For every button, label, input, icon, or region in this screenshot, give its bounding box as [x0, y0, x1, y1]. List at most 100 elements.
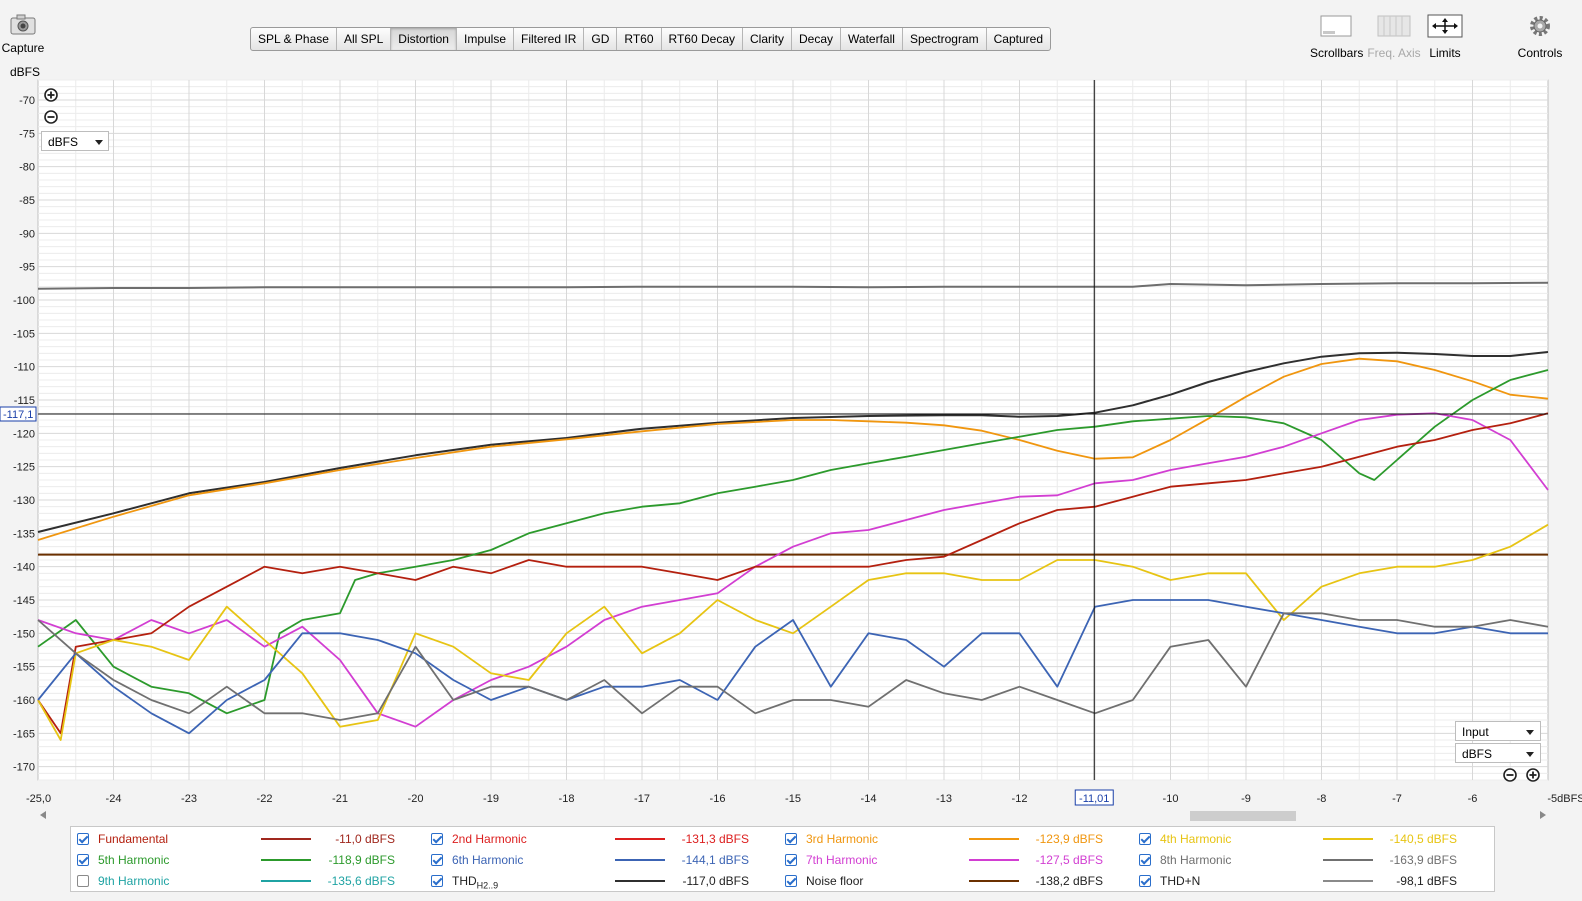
- checkbox-4th-harmonic[interactable]: [1139, 833, 1151, 845]
- x-zoom-out-icon[interactable]: [1503, 768, 1517, 782]
- x-tick-label: -20: [408, 793, 424, 805]
- legend-item[interactable]: 7th Harmonic -127,5 dBFS: [779, 849, 1133, 869]
- y-tick-label: -130: [13, 495, 35, 507]
- legend-item[interactable]: 5th Harmonic -118,9 dBFS: [71, 849, 425, 869]
- legend-item[interactable]: 2nd Harmonic -131,3 dBFS: [425, 828, 779, 848]
- legend-name: 7th Harmonic: [806, 853, 878, 867]
- scrollbars-icon: [1320, 15, 1352, 37]
- x-zoom-in-icon[interactable]: [1526, 768, 1540, 782]
- tab-gd[interactable]: GD: [584, 28, 618, 50]
- x-tick-label: -19: [483, 793, 499, 805]
- y-tick-label: -150: [13, 628, 35, 640]
- y-tick-label: -125: [13, 462, 35, 474]
- checkbox-2nd-harmonic[interactable]: [431, 833, 443, 845]
- tab-distortion[interactable]: Distortion: [391, 28, 457, 50]
- legend-item[interactable]: 8th Harmonic -163,9 dBFS: [1133, 849, 1487, 869]
- x-tick-label: -14: [861, 793, 877, 805]
- zoom-out-icon[interactable]: [44, 110, 58, 124]
- checkbox-fundamental[interactable]: [77, 833, 89, 845]
- checkbox-thd[interactable]: [431, 875, 443, 887]
- tab-waterfall[interactable]: Waterfall: [841, 28, 903, 50]
- y-tick-label: -170: [13, 762, 35, 774]
- legend-item[interactable]: THD+N -98,1 dBFS: [1133, 870, 1487, 890]
- checkbox-9th-harmonic[interactable]: [77, 875, 89, 887]
- controls-button[interactable]: Controls: [1516, 14, 1564, 60]
- legend-name: 2nd Harmonic: [452, 832, 527, 846]
- x-tick-label: -25,0: [26, 793, 51, 805]
- scroll-right-icon[interactable]: [1540, 811, 1546, 819]
- legend-item[interactable]: 4th Harmonic -140,5 dBFS: [1133, 828, 1487, 848]
- y-tick-label: -105: [13, 328, 35, 340]
- checkbox-6th-harmonic[interactable]: [431, 854, 443, 866]
- legend-value: -144,1 dBFS: [681, 853, 749, 867]
- scrollbars-toggle[interactable]: Scrollbars: [1310, 14, 1364, 60]
- legend-value: -127,5 dBFS: [1035, 853, 1103, 867]
- cursor-x-label: -11,01: [1079, 793, 1109, 805]
- y-tick-label: -70: [19, 95, 35, 107]
- x-tick-label: -22: [257, 793, 273, 805]
- y-tick-label: -135: [13, 528, 35, 540]
- checkbox-noise-floor[interactable]: [785, 875, 797, 887]
- y-tick-label: -110: [14, 362, 35, 374]
- tab-impulse[interactable]: Impulse: [457, 28, 515, 50]
- legend-swatch: [615, 838, 665, 840]
- legend-swatch: [1323, 859, 1373, 861]
- tab-spectrogram[interactable]: Spectrogram: [903, 28, 987, 50]
- legend-name: 9th Harmonic: [98, 874, 170, 888]
- horizontal-scrollbar[interactable]: [38, 808, 1548, 824]
- tab-spl-phase[interactable]: SPL & Phase: [251, 28, 337, 50]
- toolbar: Capture SPL & Phase All SPL Distortion Impu…: [0, 0, 1582, 70]
- tab-captured[interactable]: Captured: [987, 28, 1050, 50]
- tab-decay[interactable]: Decay: [792, 28, 842, 50]
- cursor-y-label: -117,1: [3, 409, 33, 421]
- scale-dropdown[interactable]: dBFS: [1455, 743, 1541, 763]
- legend-swatch: [969, 838, 1019, 840]
- tab-clarity[interactable]: Clarity: [743, 28, 793, 50]
- legend-value: -117,0 dBFS: [682, 874, 749, 888]
- checkbox-3rd-harmonic[interactable]: [785, 833, 797, 845]
- chevron-down-icon: [95, 140, 103, 145]
- checkbox-7th-harmonic[interactable]: [785, 854, 797, 866]
- y-tick-label: -100: [13, 295, 35, 307]
- legend-name-sub: H2..9: [476, 880, 499, 891]
- y-axis-ticks: -70 -75 -80 -85 -90 -95 -100 -105 -110 -115 -120 -1…: [0, 95, 37, 774]
- legend-item[interactable]: 9th Harmonic -135,6 dBFS: [71, 870, 425, 890]
- tab-rt60[interactable]: RT60: [617, 28, 662, 50]
- tab-filtered-ir[interactable]: Filtered IR: [514, 28, 585, 50]
- tab-rt60-decay[interactable]: RT60 Decay: [662, 28, 743, 50]
- scrollbars-label: Scrollbars: [1310, 46, 1364, 60]
- checkbox-5th-harmonic[interactable]: [77, 854, 89, 866]
- checkbox-8th-harmonic[interactable]: [1139, 854, 1151, 866]
- y-tick-label: -160: [13, 695, 35, 707]
- input-dropdown[interactable]: Input: [1455, 721, 1541, 741]
- legend-item[interactable]: 6th Harmonic -144,1 dBFS: [425, 849, 779, 869]
- legend-item[interactable]: Fundamental -11,0 dBFS: [71, 828, 425, 848]
- tab-all-spl[interactable]: All SPL: [337, 28, 392, 50]
- y-unit-dropdown[interactable]: dBFS: [41, 131, 109, 151]
- legend-value: -123,9 dBFS: [1035, 832, 1103, 846]
- limits-button[interactable]: Limits: [1426, 14, 1464, 60]
- camera-icon: [10, 14, 36, 35]
- grid: [38, 79, 1548, 781]
- capture-label: Capture: [1, 41, 45, 55]
- zoom-in-icon[interactable]: [44, 88, 58, 102]
- legend-swatch: [969, 880, 1019, 882]
- scroll-thumb[interactable]: [1190, 811, 1296, 821]
- distortion-chart[interactable]: -70 -75 -80 -85 -90 -95 -100 -105 -110 -115 -120 -1…: [0, 78, 1582, 808]
- checkbox-thd-n[interactable]: [1139, 875, 1151, 887]
- x-tick-label: -10: [1163, 793, 1179, 805]
- legend-swatch: [261, 838, 311, 840]
- legend-panel: Fundamental -11,0 dBFS 2nd Harmonic -131,3 …: [70, 826, 1495, 892]
- input-dropdown-value: Input: [1462, 725, 1489, 739]
- freq-axis-toggle[interactable]: Freq. Axis: [1366, 14, 1422, 60]
- legend-item[interactable]: 3rd Harmonic -123,9 dBFS: [779, 828, 1133, 848]
- scroll-left-icon[interactable]: [40, 811, 46, 819]
- y-tick-label: -140: [13, 562, 35, 574]
- x-tick-label: -6: [1468, 793, 1478, 805]
- capture-button[interactable]: Capture: [0, 14, 46, 55]
- legend-item[interactable]: THDH2..9 -117,0 dBFS: [425, 870, 779, 890]
- legend-item[interactable]: Noise floor -138,2 dBFS: [779, 870, 1133, 890]
- x-tick-label: -23: [181, 793, 197, 805]
- legend-swatch: [261, 859, 311, 861]
- legend-value: -140,5 dBFS: [1389, 832, 1457, 846]
